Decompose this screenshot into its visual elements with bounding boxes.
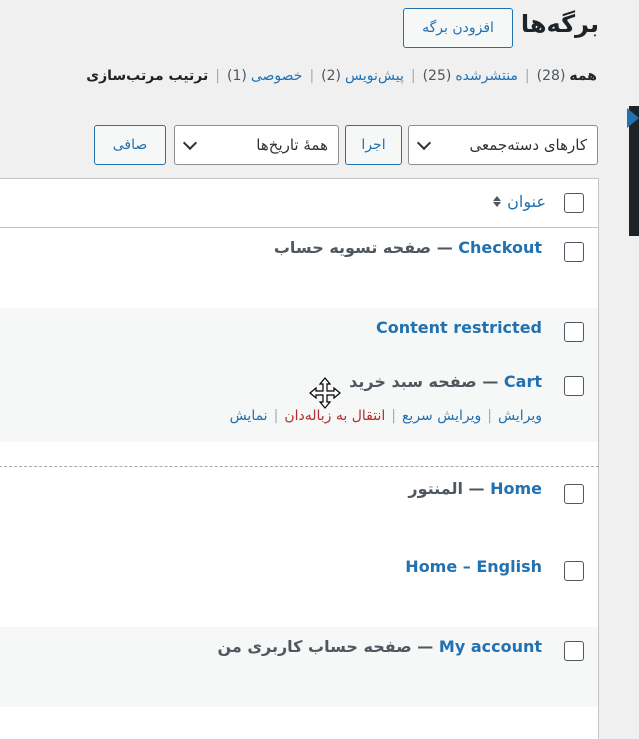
bulk-actions-select[interactable]: کارهای دسته‌جمعی	[408, 125, 598, 165]
row-actions: ویرایش|ویرایش سریع|انتقال به زباله‌دان|ن…	[229, 408, 542, 424]
view-separator: |	[215, 68, 220, 84]
date-filter-label: همهٔ تاریخ‌ها	[256, 136, 328, 154]
table-row: Home – English	[0, 547, 598, 627]
row-title-link[interactable]: Home	[490, 479, 542, 498]
apply-button[interactable]: اجرا	[345, 125, 402, 165]
view-separator: |	[309, 68, 315, 84]
table-row: Checkout — صفحه تسویه حساب	[0, 228, 598, 308]
row-title-link[interactable]: Home – English	[405, 557, 542, 576]
row-checkbox[interactable]	[564, 376, 584, 396]
drag-placeholder	[0, 466, 599, 467]
post-state: المنتور	[408, 479, 463, 498]
table-row: My account — صفحه حساب کاربری من	[0, 627, 598, 707]
view-all[interactable]: همه(28)	[537, 68, 597, 84]
trash-link[interactable]: انتقال به زباله‌دان	[284, 408, 385, 424]
sort-icon	[493, 196, 502, 207]
table-row: Content restricted	[0, 308, 598, 362]
edit-link[interactable]: ویرایش	[498, 408, 542, 424]
status-views: همه(28) | منتشرشده(25) | پیش‌نویس(2) | خ…	[86, 68, 597, 84]
page-title: برگه‌ها	[520, 10, 599, 38]
view-published[interactable]: منتشرشده(25)	[423, 68, 518, 84]
select-all-checkbox[interactable]	[564, 193, 584, 213]
date-filter-select[interactable]: همهٔ تاریخ‌ها	[174, 125, 339, 165]
post-state: صفحه تسویه حساب	[273, 238, 432, 257]
chevron-down-icon	[416, 135, 432, 151]
view-sort-order[interactable]: ترتیب مرتب‌سازی	[86, 68, 208, 84]
move-cursor-icon	[309, 377, 341, 409]
row-checkbox[interactable]	[564, 561, 584, 581]
row-checkbox[interactable]	[564, 322, 584, 342]
post-state: صفحه سبد خرید	[349, 372, 477, 391]
title-column-header[interactable]: عنوان	[493, 192, 546, 211]
filter-button[interactable]: صافی	[94, 125, 166, 165]
row-title-link[interactable]: Content restricted	[376, 318, 542, 337]
row-title-link[interactable]: Cart	[504, 372, 542, 391]
table-row-hovered: Cart — صفحه سبد خرید ویرایش|ویرایش سریع|…	[0, 362, 598, 442]
row-title-link[interactable]: Checkout	[458, 238, 542, 257]
row-checkbox[interactable]	[564, 484, 584, 504]
sidebar-current-arrow-icon	[627, 108, 639, 128]
quick-edit-link[interactable]: ویرایش سریع	[402, 408, 481, 424]
bulk-actions-label: کارهای دسته‌جمعی	[469, 136, 587, 154]
view-separator: |	[524, 68, 530, 84]
view-private[interactable]: خصوصی(1)	[227, 68, 302, 84]
add-new-page-button[interactable]: افزودن برگه	[403, 8, 513, 48]
table-header: عنوان	[0, 179, 598, 228]
chevron-down-icon	[182, 135, 198, 151]
post-state: صفحه حساب کاربری من	[217, 637, 412, 656]
view-separator: |	[410, 68, 416, 84]
pages-table: عنوان Checkout — صفحه تسویه حساب Content…	[0, 178, 599, 739]
row-checkbox[interactable]	[564, 242, 584, 262]
table-row: Home — المنتور	[0, 469, 598, 547]
view-drafts[interactable]: پیش‌نویس(2)	[321, 68, 404, 84]
view-link[interactable]: نمایش	[230, 408, 268, 424]
row-checkbox[interactable]	[564, 641, 584, 661]
row-title-link[interactable]: My account	[439, 637, 542, 656]
